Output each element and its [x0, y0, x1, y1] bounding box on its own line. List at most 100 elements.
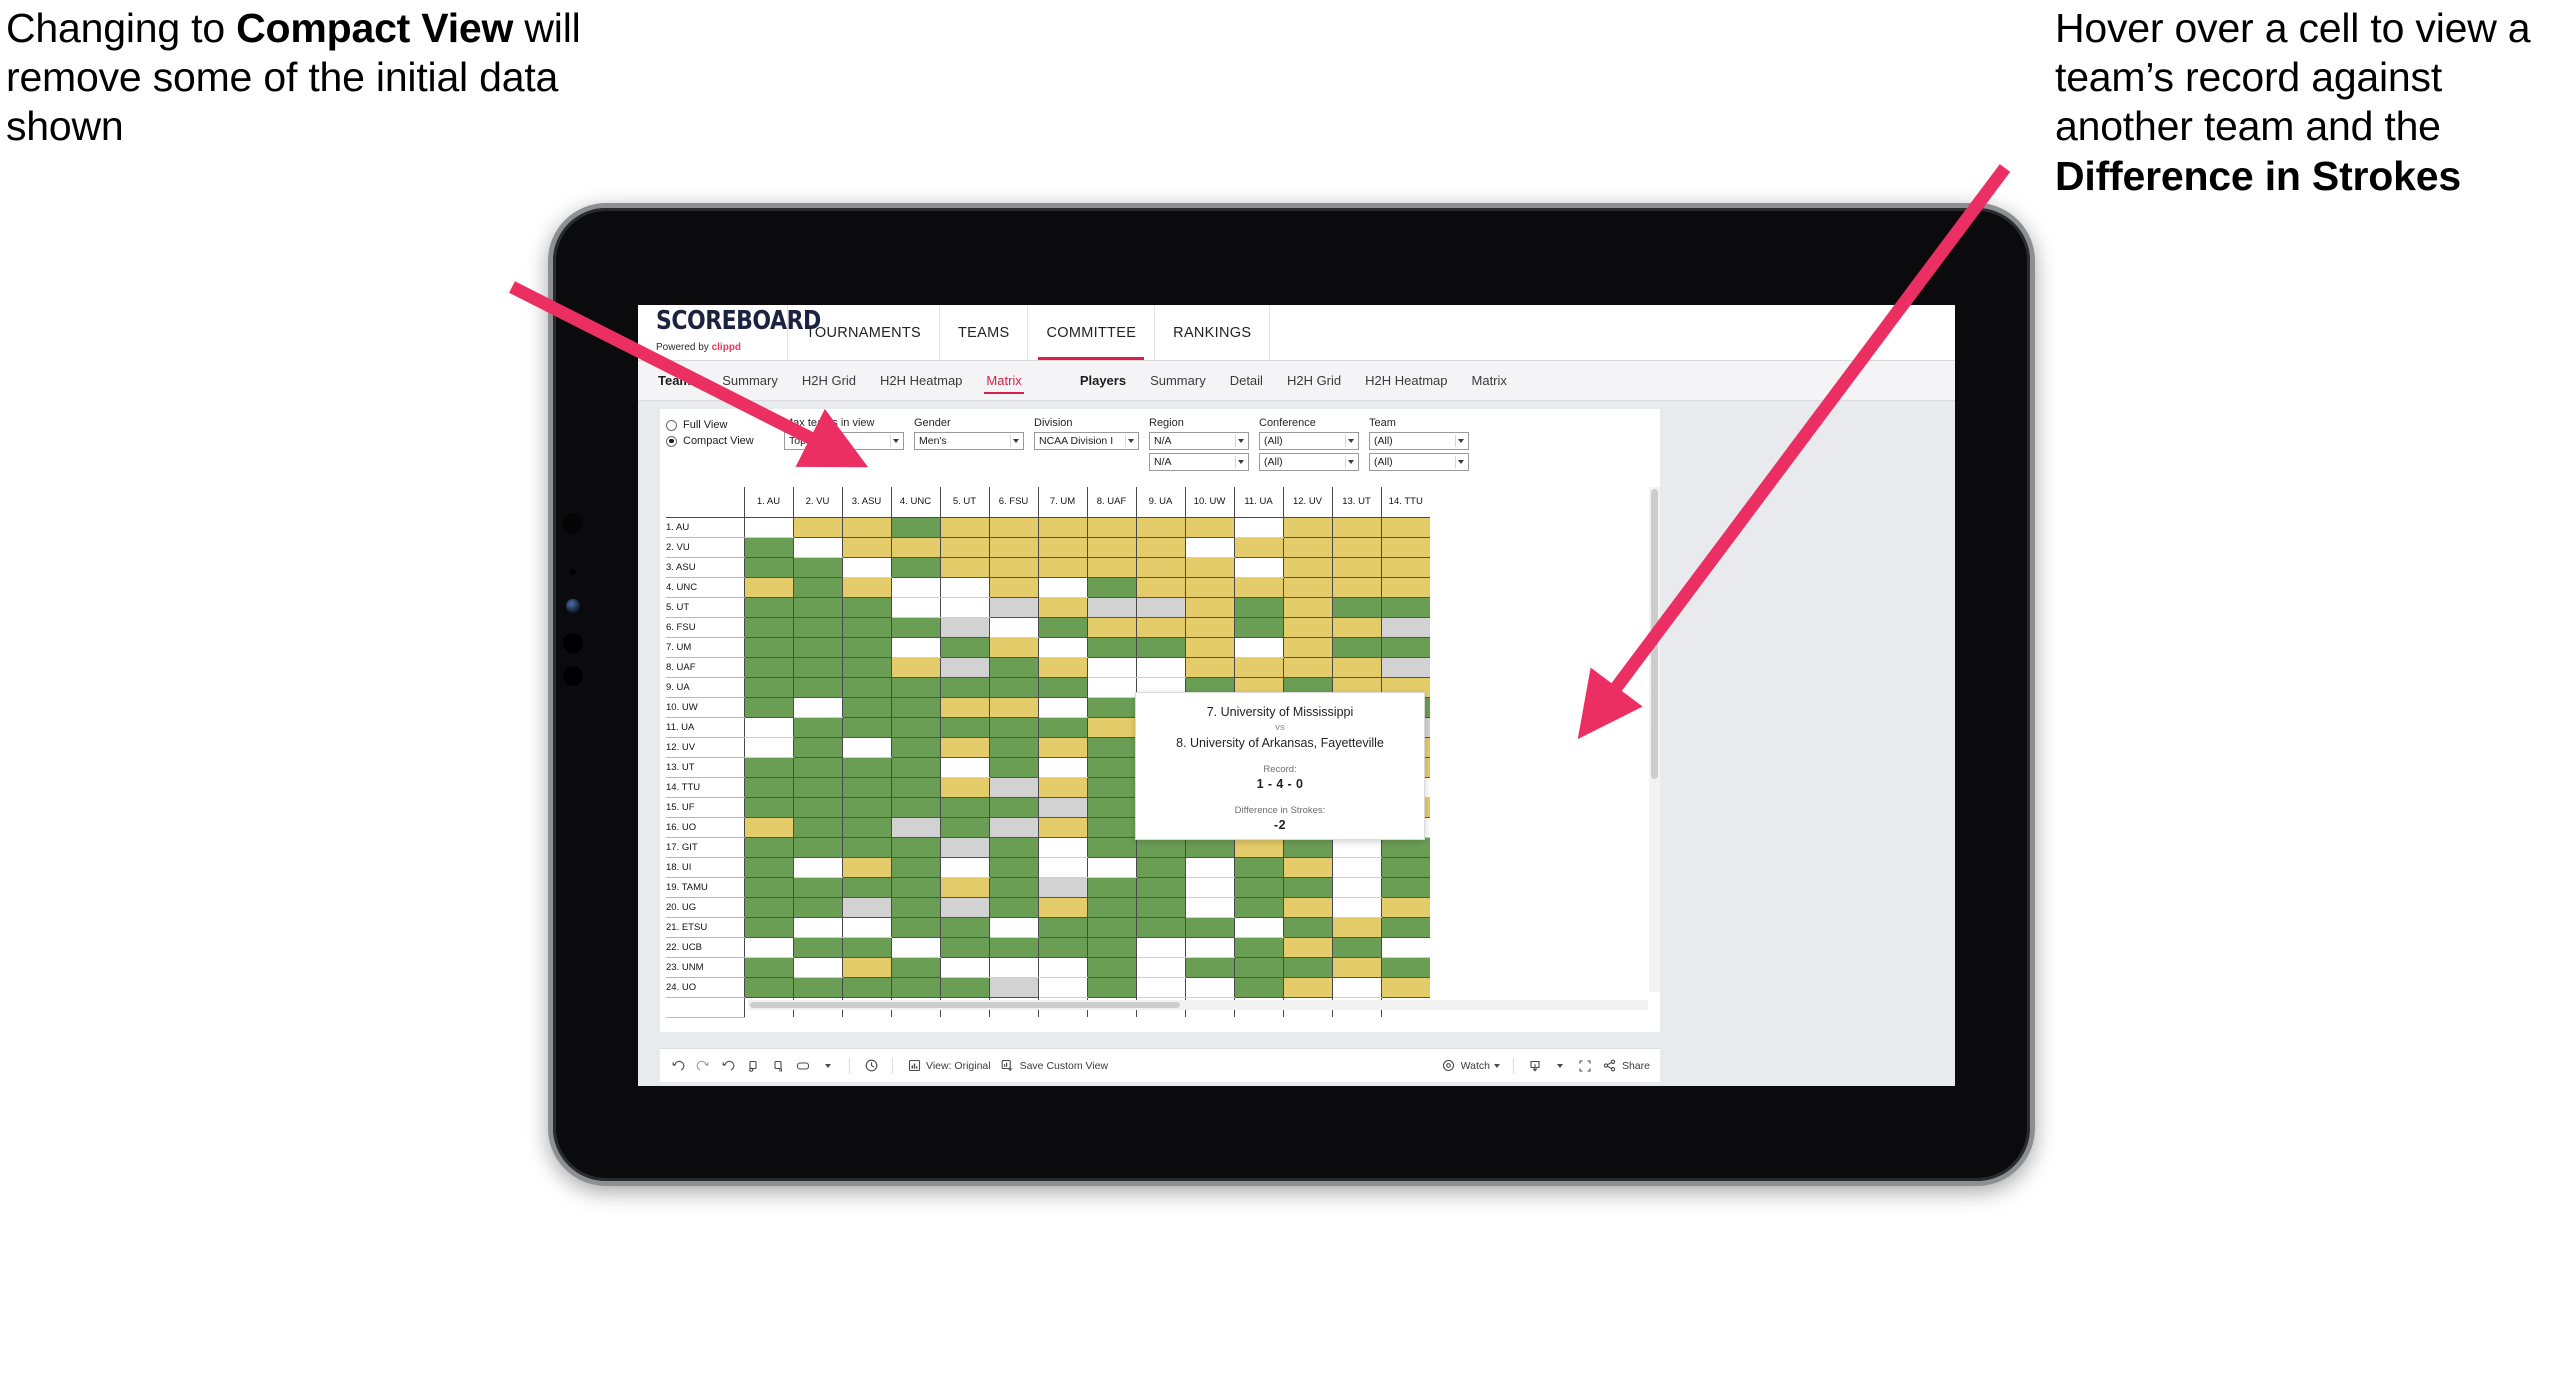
- matrix-cell[interactable]: [1233, 537, 1283, 558]
- matrix-cell[interactable]: [988, 837, 1038, 858]
- subnav-players-h2h-grid[interactable]: H2H Grid: [1275, 361, 1353, 401]
- matrix-row-header[interactable]: 12. UV: [666, 737, 745, 758]
- matrix-cell[interactable]: [1086, 957, 1136, 978]
- division-select[interactable]: NCAA Division I: [1034, 432, 1139, 450]
- max-teams-select[interactable]: Top 50: [784, 432, 904, 450]
- matrix-cell[interactable]: [1233, 917, 1283, 938]
- matrix-cell[interactable]: [939, 617, 989, 638]
- matrix-cell[interactable]: [1282, 537, 1332, 558]
- matrix-cell[interactable]: [890, 877, 940, 898]
- matrix-cell[interactable]: [1184, 597, 1234, 618]
- matrix-cell[interactable]: [1380, 637, 1430, 658]
- matrix-cell[interactable]: [939, 957, 989, 978]
- matrix-cell[interactable]: [743, 957, 793, 978]
- matrix-horizontal-scroll-thumb[interactable]: [750, 1002, 1180, 1008]
- matrix-cell[interactable]: [841, 637, 891, 658]
- matrix-cell[interactable]: [841, 917, 891, 938]
- matrix-cell[interactable]: [841, 617, 891, 638]
- refresh-data-icon[interactable]: [745, 1058, 761, 1074]
- matrix-cell[interactable]: [792, 677, 842, 698]
- matrix-cell[interactable]: [890, 857, 940, 878]
- matrix-cell[interactable]: [841, 677, 891, 698]
- matrix-cell[interactable]: [1135, 617, 1185, 638]
- matrix-cell[interactable]: [1380, 957, 1430, 978]
- matrix-cell[interactable]: [1037, 617, 1087, 638]
- matrix-cell[interactable]: [1380, 917, 1430, 938]
- matrix-cell[interactable]: [1380, 937, 1430, 958]
- matrix-cell[interactable]: [939, 717, 989, 738]
- matrix-cell[interactable]: [743, 617, 793, 638]
- matrix-cell[interactable]: [890, 777, 940, 798]
- matrix-cell[interactable]: [841, 857, 891, 878]
- matrix-cell[interactable]: [792, 937, 842, 958]
- matrix-cell[interactable]: [939, 917, 989, 938]
- matrix-cell[interactable]: [792, 957, 842, 978]
- matrix-horizontal-scrollbar[interactable]: [748, 1000, 1648, 1010]
- matrix-cell[interactable]: [1135, 597, 1185, 618]
- matrix-cell[interactable]: [1037, 717, 1087, 738]
- matrix-cell[interactable]: [939, 977, 989, 998]
- matrix-cell[interactable]: [988, 777, 1038, 798]
- matrix-cell[interactable]: [841, 577, 891, 598]
- matrix-cell[interactable]: [841, 957, 891, 978]
- matrix-cell[interactable]: [890, 677, 940, 698]
- matrix-cell[interactable]: [1086, 617, 1136, 638]
- matrix-row-header[interactable]: 2. VU: [666, 537, 745, 558]
- matrix-cell[interactable]: [792, 797, 842, 818]
- revert-icon[interactable]: [720, 1058, 736, 1074]
- subnav-teams-h2h-grid[interactable]: H2H Grid: [790, 361, 868, 401]
- matrix-row-header[interactable]: 22. UCB: [666, 937, 745, 958]
- matrix-cell[interactable]: [743, 777, 793, 798]
- matrix-cell[interactable]: [988, 657, 1038, 678]
- matrix-cell[interactable]: [1282, 937, 1332, 958]
- matrix-cell[interactable]: [792, 657, 842, 678]
- matrix-row-header[interactable]: 10. UW: [666, 697, 745, 718]
- matrix-row-header[interactable]: 5. UT: [666, 597, 745, 618]
- matrix-cell[interactable]: [939, 677, 989, 698]
- matrix-cell[interactable]: [743, 837, 793, 858]
- matrix-cell[interactable]: [1086, 657, 1136, 678]
- matrix-cell[interactable]: [1331, 657, 1381, 678]
- matrix-cell[interactable]: [1380, 977, 1430, 998]
- matrix-cell[interactable]: [1282, 637, 1332, 658]
- nav-committee[interactable]: COMMITTEE: [1028, 305, 1156, 360]
- matrix-vertical-scrollbar[interactable]: [1649, 487, 1660, 992]
- undo-icon[interactable]: [670, 1058, 686, 1074]
- matrix-cell[interactable]: [1086, 837, 1136, 858]
- matrix-cell[interactable]: [1282, 977, 1332, 998]
- matrix-cell[interactable]: [988, 717, 1038, 738]
- matrix-cell[interactable]: [1037, 877, 1087, 898]
- matrix-row-header[interactable]: 24. UO: [666, 977, 745, 998]
- matrix-cell[interactable]: [1380, 517, 1430, 538]
- matrix-cell[interactable]: [1331, 557, 1381, 578]
- matrix-cell[interactable]: [1233, 617, 1283, 638]
- matrix-cell[interactable]: [792, 537, 842, 558]
- matrix-cell[interactable]: [1282, 597, 1332, 618]
- matrix-cell[interactable]: [1037, 537, 1087, 558]
- matrix-cell[interactable]: [1282, 517, 1332, 538]
- matrix-cell[interactable]: [743, 717, 793, 738]
- matrix-cell[interactable]: [792, 717, 842, 738]
- matrix-cell[interactable]: [939, 577, 989, 598]
- matrix-cell[interactable]: [1380, 657, 1430, 678]
- matrix-cell[interactable]: [1233, 577, 1283, 598]
- matrix-cell[interactable]: [743, 817, 793, 838]
- matrix-cell[interactable]: [743, 917, 793, 938]
- matrix-cell[interactable]: [1037, 977, 1087, 998]
- matrix-cell[interactable]: [1135, 857, 1185, 878]
- matrix-cell[interactable]: [1037, 697, 1087, 718]
- matrix-cell[interactable]: [841, 757, 891, 778]
- matrix-column-header[interactable]: 6. FSU: [988, 487, 1038, 518]
- matrix-cell[interactable]: [1233, 657, 1283, 678]
- matrix-cell[interactable]: [988, 537, 1038, 558]
- matrix-cell[interactable]: [792, 897, 842, 918]
- device-layout-icon[interactable]: [795, 1058, 811, 1074]
- matrix-cell[interactable]: [1184, 557, 1234, 578]
- matrix-cell[interactable]: [1184, 517, 1234, 538]
- matrix-cell[interactable]: [1086, 937, 1136, 958]
- matrix-cell[interactable]: [1184, 617, 1234, 638]
- matrix-cell[interactable]: [841, 837, 891, 858]
- matrix-cell[interactable]: [1331, 517, 1381, 538]
- device-layout-chevron-icon[interactable]: [820, 1058, 836, 1074]
- matrix-row-header[interactable]: 8. UAF: [666, 657, 745, 678]
